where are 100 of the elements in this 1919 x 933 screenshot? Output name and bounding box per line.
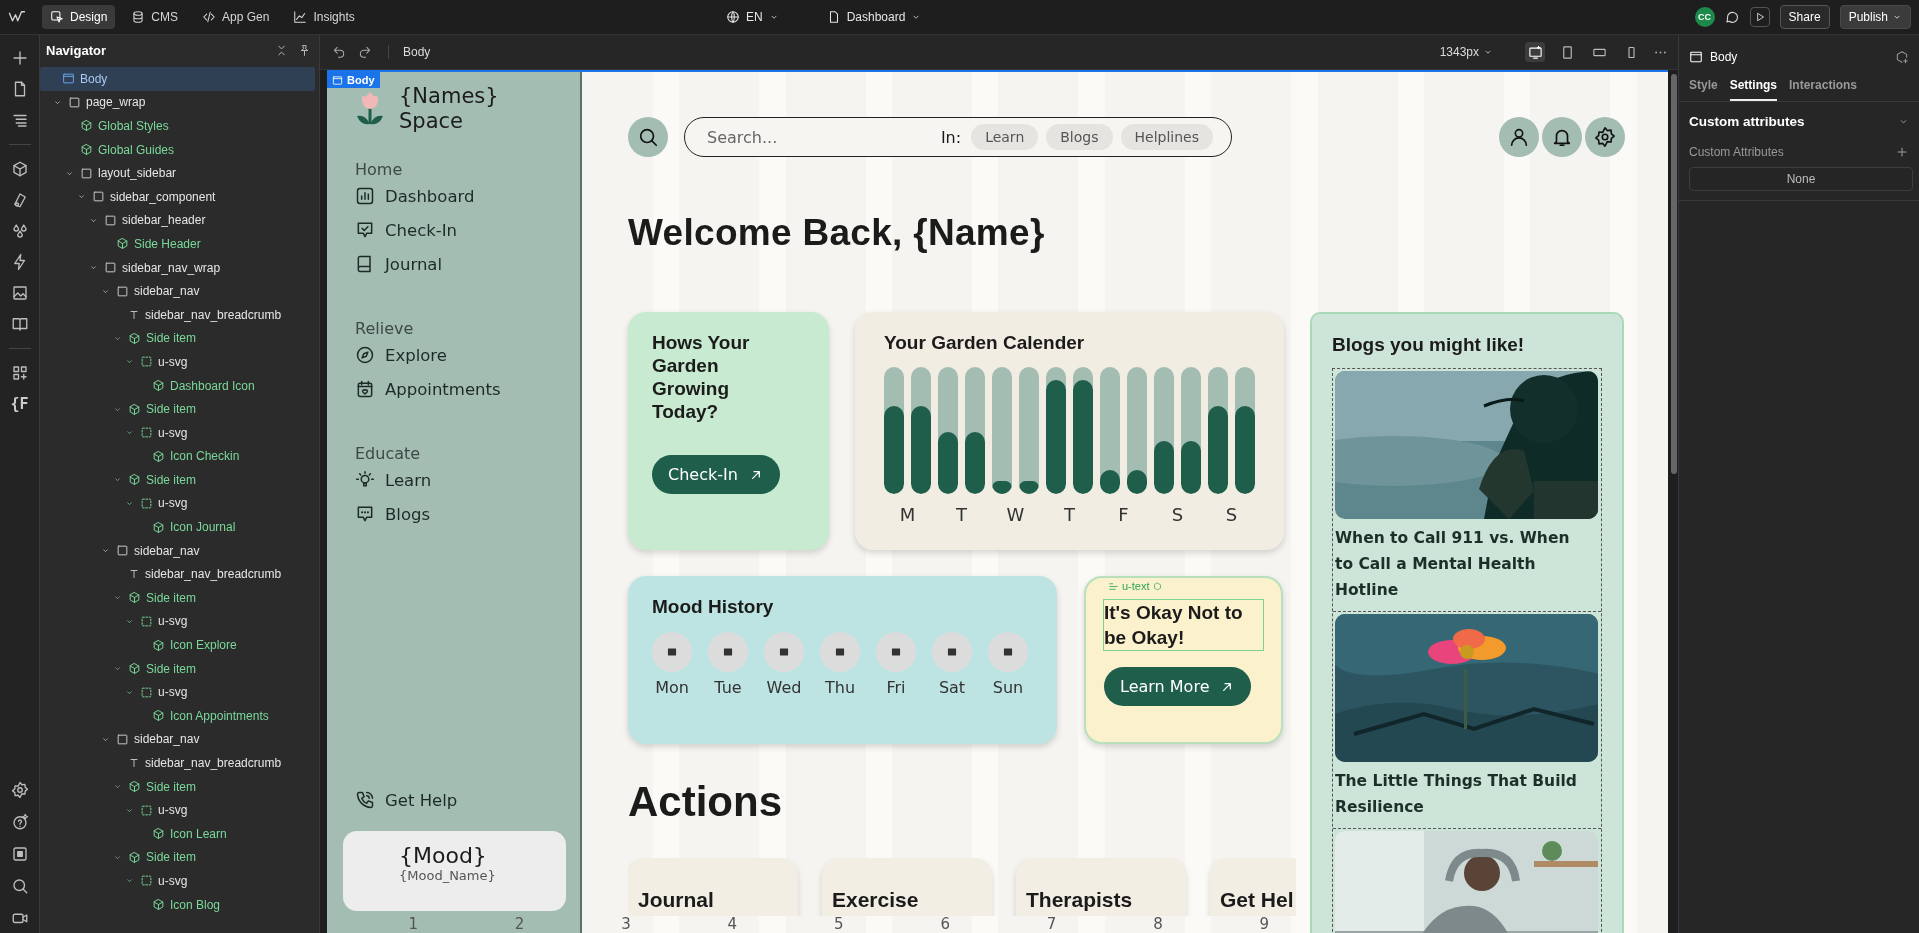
tree-item[interactable]: Global Guides — [40, 137, 315, 162]
nav-item[interactable]: Learn — [355, 463, 564, 497]
tree-item[interactable]: Icon Appointments — [40, 704, 315, 728]
tree-item[interactable]: Side item — [40, 774, 315, 799]
tree-item[interactable]: u-svg — [40, 798, 315, 822]
welcome-heading: Welcome Back, {Name} — [628, 211, 1046, 255]
tree-item[interactable]: sidebar_header — [40, 208, 315, 233]
tree-item[interactable]: u-svg — [40, 350, 315, 374]
tree-item[interactable]: u-svg — [40, 609, 315, 634]
tree-item[interactable]: Side item — [40, 397, 315, 421]
filter-chip[interactable]: Helplines — [1120, 124, 1213, 150]
search-field[interactable]: Search... In: Learn Blogs Helplines — [684, 117, 1232, 157]
apps-icon[interactable] — [10, 364, 29, 382]
tree-item[interactable]: sidebar_nav_breadcrumb — [40, 751, 315, 775]
panel-tab[interactable]: Style — [1689, 74, 1718, 101]
mode-tab[interactable]: Insights — [285, 5, 363, 29]
width-dropdown[interactable]: 1343px — [1433, 44, 1499, 60]
settings-button[interactable] — [1585, 117, 1625, 157]
pin-icon[interactable] — [298, 43, 311, 57]
box-icon — [104, 213, 117, 227]
profile-button[interactable] — [1499, 117, 1539, 157]
share-button[interactable]: Share — [1779, 5, 1830, 29]
tree-item[interactable]: Side item — [40, 326, 315, 351]
tree-item[interactable]: layout_sidebar — [40, 161, 315, 185]
tree-item[interactable]: sidebar_nav — [40, 279, 315, 303]
nav-item[interactable]: Check-In — [355, 213, 564, 247]
preview-button[interactable] — [1749, 7, 1770, 27]
blog-title[interactable]: When to Call 911 vs. When to Call a Mental Health Hotline — [1335, 519, 1599, 609]
tree-item[interactable]: Side item — [40, 656, 315, 681]
add-icon[interactable] — [10, 49, 29, 67]
nav-item[interactable]: Explore — [355, 338, 564, 372]
tree-item[interactable]: Side Header — [40, 232, 315, 256]
checkin-button[interactable]: Check-In — [652, 455, 780, 494]
tree-item[interactable]: u-svg — [40, 680, 315, 705]
section-title[interactable]: Custom attributes — [1689, 114, 1805, 129]
tree-item[interactable]: sidebar_nav_breadcrumb — [40, 302, 315, 327]
action-card[interactable]: Get Hel — [1210, 858, 1296, 916]
collapse-icon[interactable] — [275, 43, 288, 57]
card-title: Your Garden Calender — [884, 331, 1086, 354]
tree-item[interactable]: u-svg — [40, 420, 315, 445]
day-label: M — [899, 504, 916, 525]
action-card[interactable]: Exercise — [822, 858, 992, 916]
tree-item[interactable]: Icon Learn — [40, 822, 315, 846]
filter-chip[interactable]: Learn — [971, 124, 1039, 150]
publish-button[interactable]: Publish — [1839, 5, 1911, 29]
tree-item[interactable]: sidebar_nav — [40, 727, 315, 752]
settings-icon[interactable] — [10, 781, 29, 799]
tree-item[interactable]: Side item — [40, 468, 315, 492]
tree-item[interactable]: sidebar_nav_breadcrumb — [40, 562, 315, 587]
breakpoint-button[interactable] — [1525, 42, 1545, 62]
mode-tab[interactable]: App Gen — [194, 5, 278, 29]
tree-item[interactable]: Icon Blog — [40, 892, 315, 917]
undo-icon[interactable] — [332, 45, 346, 59]
drops-icon[interactable] — [10, 222, 29, 240]
filter-chip[interactable]: Blogs — [1046, 124, 1113, 150]
tree-item[interactable]: Icon Explore — [40, 633, 315, 657]
tree-item[interactable]: Dashboard Icon — [40, 373, 315, 398]
help-icon[interactable] — [10, 813, 29, 831]
blog-title[interactable]: The Little Things That Build Resilience — [1335, 762, 1599, 826]
search-button[interactable] — [628, 117, 668, 157]
cube-plus-icon[interactable] — [1895, 50, 1909, 64]
tree-item[interactable]: Side item — [40, 586, 315, 610]
add-icon[interactable] — [1895, 145, 1909, 159]
tree-item[interactable]: Global Styles — [40, 114, 315, 138]
action-card[interactable]: Therapists — [1016, 858, 1186, 916]
mode-tab[interactable]: Design — [42, 5, 116, 29]
tree-item[interactable]: sidebar_nav_wrap — [40, 255, 315, 280]
stop-icon[interactable] — [10, 845, 29, 863]
tree-item[interactable]: sidebar_nav — [40, 538, 315, 563]
search-icon[interactable] — [10, 877, 29, 895]
help-link[interactable]: Get Help — [355, 783, 564, 817]
notifications-button[interactable] — [1542, 117, 1582, 157]
tree-item[interactable]: Body — [40, 67, 315, 91]
tree-item[interactable]: Icon Checkin — [40, 444, 315, 469]
redo-icon[interactable] — [358, 45, 372, 59]
nav-item[interactable]: Dashboard — [355, 179, 564, 213]
tree-item[interactable]: u-svg — [40, 491, 315, 516]
mode-tab[interactable]: CMS — [123, 5, 187, 29]
action-card[interactable]: Journal — [628, 858, 798, 916]
card-title: Therapists — [1026, 888, 1134, 911]
panel-tab[interactable]: Interactions — [1789, 74, 1858, 101]
page-dropdown[interactable]: Dashboard — [820, 9, 928, 25]
image-icon[interactable] — [10, 284, 29, 302]
tree-item[interactable]: page_wrap — [40, 90, 315, 115]
tree-item[interactable]: sidebar_component — [40, 184, 315, 209]
card-title: Journal — [638, 888, 715, 911]
nav-item[interactable]: Journal — [355, 247, 564, 281]
tree-item[interactable]: u-svg — [40, 869, 315, 893]
locale-dropdown[interactable]: EN — [720, 9, 785, 25]
nav-item[interactable]: Appointments — [355, 372, 564, 406]
user-avatar[interactable]: CC — [1694, 7, 1715, 27]
nav-item[interactable]: Blogs — [355, 497, 564, 531]
tree-item[interactable]: Side item — [40, 845, 315, 870]
chat-icon[interactable] — [1724, 9, 1740, 25]
tree-item[interactable]: Icon Journal — [40, 515, 315, 539]
panel-tab[interactable]: Settings — [1729, 74, 1778, 101]
variables-button[interactable]: {F — [10, 395, 29, 413]
learn-more-button[interactable]: Learn More — [1104, 667, 1252, 706]
book-icon[interactable] — [10, 315, 29, 333]
breadcrumb[interactable]: Body — [388, 45, 431, 59]
